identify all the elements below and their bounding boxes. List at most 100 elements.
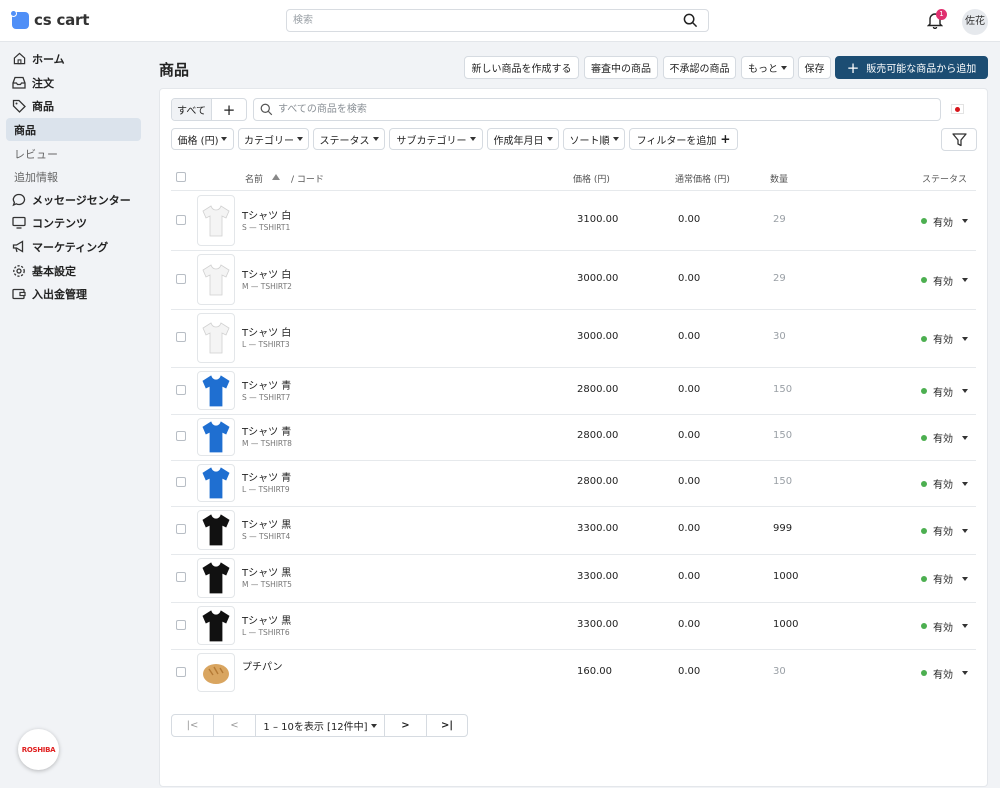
product-name[interactable]: Tシャツ 青 [242, 377, 291, 392]
first-page-button[interactable]: |< [172, 715, 214, 736]
product-search-input[interactable] [278, 100, 878, 119]
status-dropdown[interactable]: 有効 [921, 430, 968, 445]
row-checkbox[interactable] [176, 332, 186, 342]
status-dropdown[interactable]: 有効 [921, 666, 968, 681]
qty-cell[interactable]: 30 [773, 331, 786, 342]
price-cell[interactable]: 3000.00 [577, 273, 618, 284]
price-cell[interactable]: 3300.00 [577, 619, 618, 630]
add-tab-button[interactable]: + [212, 99, 246, 120]
select-all-checkbox[interactable] [176, 172, 186, 182]
price-cell[interactable]: 2800.00 [577, 384, 618, 395]
status-dropdown[interactable]: 有効 [921, 331, 968, 346]
product-thumbnail[interactable] [197, 418, 235, 456]
product-search[interactable] [253, 98, 941, 121]
product-name[interactable]: プチパン [242, 658, 283, 673]
add-from-sellable-button[interactable]: + 販売可能な商品から追加 [835, 56, 988, 79]
product-name[interactable]: Tシャツ 青 [242, 469, 291, 484]
column-header-code[interactable]: / コード [291, 172, 324, 185]
status-dropdown[interactable]: 有効 [921, 571, 968, 586]
product-name[interactable]: Tシャツ 白 [242, 266, 291, 281]
list-price-cell[interactable]: 0.00 [678, 331, 700, 342]
page-size-dropdown[interactable]: 1 – 10を表示 [12件中] [256, 715, 385, 736]
row-checkbox[interactable] [176, 572, 186, 582]
product-thumbnail[interactable] [197, 464, 235, 502]
product-name[interactable]: Tシャツ 青 [242, 423, 291, 438]
product-thumbnail[interactable] [197, 510, 235, 550]
price-cell[interactable]: 3000.00 [577, 331, 618, 342]
product-thumbnail[interactable] [197, 313, 235, 363]
list-price-cell[interactable]: 0.00 [678, 476, 700, 487]
sidebar-item-marketing[interactable]: マーケティング [6, 235, 141, 258]
prev-page-button[interactable]: < [214, 715, 256, 736]
status-dropdown[interactable]: 有効 [921, 619, 968, 634]
qty-cell[interactable]: 1000 [773, 619, 798, 630]
row-checkbox[interactable] [176, 524, 186, 534]
price-cell[interactable]: 160.00 [577, 666, 612, 677]
unapproved-products-button[interactable]: 不承認の商品 [663, 56, 736, 79]
row-checkbox[interactable] [176, 273, 186, 284]
product-thumbnail[interactable] [197, 606, 235, 645]
column-header-status[interactable]: ステータス [922, 172, 967, 185]
user-avatar[interactable]: 佐花 [962, 9, 988, 35]
qty-cell[interactable]: 29 [773, 273, 786, 284]
sidebar-item-content[interactable]: コンテンツ [6, 211, 141, 234]
sidebar-item-settings[interactable]: 基本設定 [6, 259, 141, 282]
status-dropdown[interactable]: 有効 [921, 214, 968, 229]
global-search[interactable] [286, 9, 709, 32]
filter-sort-order[interactable]: ソート順 [563, 128, 625, 150]
sidebar-item-message-center[interactable]: メッセージセンター [6, 188, 141, 211]
filter-created-date[interactable]: 作成年月日 [487, 128, 559, 150]
row-checkbox[interactable] [176, 666, 186, 677]
logo[interactable]: cs cart [10, 9, 89, 29]
status-dropdown[interactable]: 有効 [921, 523, 968, 538]
sidebar-item-products[interactable]: 商品 [6, 94, 141, 117]
product-name[interactable]: Tシャツ 黒 [242, 564, 291, 579]
filter-status[interactable]: ステータス [313, 128, 385, 150]
list-price-cell[interactable]: 0.00 [678, 384, 700, 395]
column-header-price[interactable]: 価格 (円) [573, 172, 610, 185]
price-cell[interactable]: 3300.00 [577, 571, 618, 582]
japan-flag-icon[interactable] [951, 104, 964, 114]
qty-cell[interactable]: 999 [773, 523, 792, 534]
sidebar-item-orders[interactable]: 注文 [6, 71, 141, 94]
qty-cell[interactable]: 29 [773, 214, 786, 225]
sidebar-subitem-extra-info[interactable]: 追加情報 [14, 169, 58, 185]
qty-cell[interactable]: 150 [773, 384, 792, 395]
qty-cell[interactable]: 150 [773, 430, 792, 441]
global-search-input[interactable] [287, 10, 667, 31]
product-name[interactable]: Tシャツ 黒 [242, 612, 291, 627]
price-cell[interactable]: 2800.00 [577, 476, 618, 487]
row-checkbox[interactable] [176, 619, 186, 630]
row-checkbox[interactable] [176, 384, 186, 395]
status-dropdown[interactable]: 有効 [921, 476, 968, 491]
create-product-button[interactable]: 新しい商品を作成する [464, 56, 579, 79]
row-checkbox[interactable] [176, 431, 186, 441]
save-button[interactable]: 保存 [798, 56, 831, 79]
list-price-cell[interactable]: 0.00 [678, 666, 700, 677]
price-cell[interactable]: 3100.00 [577, 214, 618, 225]
sort-asc-icon[interactable] [272, 173, 280, 183]
column-header-name[interactable]: 名前 [245, 172, 263, 185]
tab-all[interactable]: すべて [172, 99, 212, 120]
sidebar-item-home[interactable]: ホーム [6, 47, 141, 70]
column-header-list-price[interactable]: 通常価格 (円) [675, 172, 730, 185]
product-thumbnail[interactable] [197, 254, 235, 305]
list-price-cell[interactable]: 0.00 [678, 430, 700, 441]
status-dropdown[interactable]: 有効 [921, 273, 968, 288]
qty-cell[interactable]: 1000 [773, 571, 798, 582]
list-price-cell[interactable]: 0.00 [678, 571, 700, 582]
next-page-button[interactable]: > [385, 715, 427, 736]
filter-funnel-icon[interactable] [941, 128, 977, 151]
qty-cell[interactable]: 30 [773, 666, 786, 677]
product-name[interactable]: Tシャツ 黒 [242, 516, 291, 531]
product-thumbnail[interactable] [197, 195, 235, 246]
column-header-qty[interactable]: 数量 [770, 172, 788, 185]
status-dropdown[interactable]: 有効 [921, 384, 968, 399]
row-checkbox[interactable] [176, 214, 186, 225]
product-name[interactable]: Tシャツ 白 [242, 207, 291, 222]
filter-category[interactable]: カテゴリー [238, 128, 309, 150]
search-icon[interactable] [683, 13, 698, 31]
product-thumbnail[interactable] [197, 371, 235, 410]
last-page-button[interactable]: >| [427, 715, 467, 736]
qty-cell[interactable]: 150 [773, 476, 792, 487]
